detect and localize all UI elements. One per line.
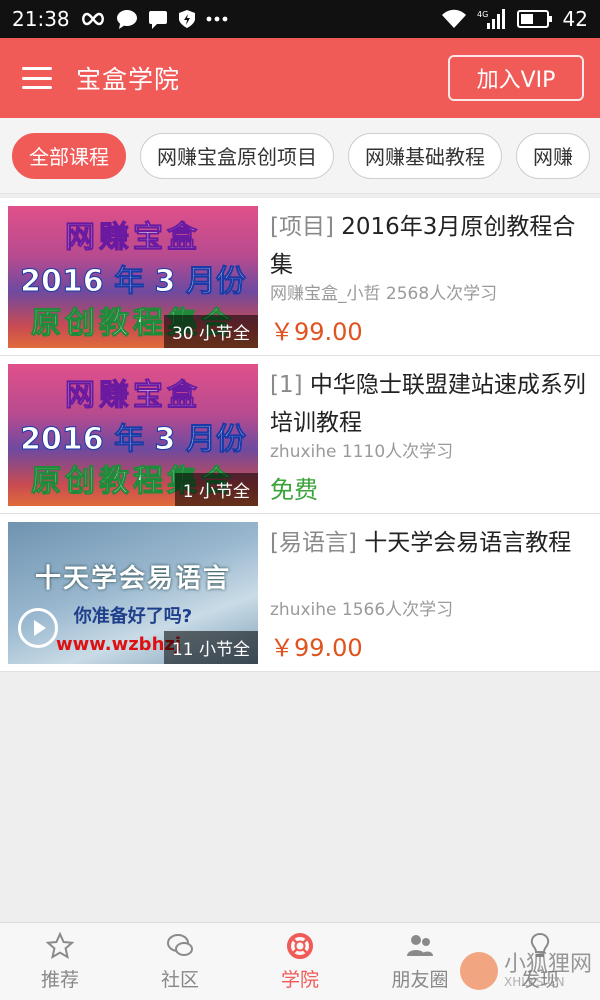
nav-item-community[interactable]: 社区 [120, 923, 240, 1000]
status-time: 21:38 [12, 7, 70, 31]
course-title-text: 十天学会易语言教程 [364, 530, 572, 556]
fox-logo-icon [459, 952, 498, 990]
course-meta: 网赚宝盒_小哲 2568人次学习 [270, 284, 498, 304]
course-price: ￥99.00 [270, 318, 363, 346]
watermark-subtext: XHLKS.CN [503, 975, 565, 989]
nav-item-academy[interactable]: 学院 [240, 923, 360, 1000]
thumbnail-text: 网赚宝盒 [65, 378, 201, 414]
more-dots-icon [206, 16, 228, 22]
thumbnail-text: 十天学会易语言 [34, 564, 231, 594]
course-thumbnail: 网赚宝盒 2016 年 3 月份 原创教程集合 1 小节全 [8, 364, 258, 506]
category-chip-all[interactable]: 全部课程 [12, 132, 126, 179]
course-tag: [项目] [270, 214, 334, 240]
nav-label: 朋友圈 [391, 969, 449, 991]
course-meta: zhuxihe 1110人次学习 [270, 442, 454, 462]
network-type: 4G [477, 10, 488, 19]
battery-level: 42 [562, 7, 588, 31]
lesson-count-badge: 30 小节全 [163, 315, 258, 348]
course-thumbnail: 网赚宝盒 2016 年 3 月份 原创教程集合 30 小节全 [8, 206, 258, 348]
signal-icon: 4G [477, 9, 507, 29]
category-chip-more[interactable]: 网赚 [516, 132, 590, 179]
course-item[interactable]: 十天学会易语言 你准备好了吗? www.wzbhzj 11 小节全 [易语言] … [0, 514, 600, 672]
people-icon [407, 935, 433, 956]
course-item[interactable]: 网赚宝盒 2016 年 3 月份 原创教程集合 30 小节全 [项目] 2016… [0, 198, 600, 356]
category-chip-original[interactable]: 网赚宝盒原创项目 [140, 132, 334, 179]
lesson-count-badge: 1 小节全 [174, 473, 258, 506]
course-tag: [易语言] [270, 530, 357, 556]
course-item[interactable]: 网赚宝盒 2016 年 3 月份 原创教程集合 1 小节全 [1] 中华隐士联盟… [0, 356, 600, 514]
watermark-text: 小狐狸网 [503, 952, 592, 977]
lifebuoy-icon [287, 933, 313, 959]
course-title-text: 中华隐士联盟建站速成系列培训教程 [270, 372, 586, 435]
star-icon [45, 931, 75, 960]
course-thumbnail: 十天学会易语言 你准备好了吗? www.wzbhzj 11 小节全 [8, 522, 258, 664]
course-title: [1] 中华隐士联盟建站速成系列培训教程 [270, 366, 590, 435]
infinity-icon [80, 12, 106, 26]
nav-label: 学院 [280, 969, 319, 991]
category-chip-basics[interactable]: 网赚基础教程 [348, 132, 502, 179]
course-price: ￥99.00 [270, 634, 363, 662]
course-tag: [1] [270, 372, 303, 398]
course-price: 免费 [270, 476, 318, 504]
nav-label: 社区 [160, 969, 199, 991]
menu-icon[interactable] [22, 67, 52, 89]
join-vip-button[interactable]: 加入VIP [448, 55, 584, 101]
category-tabs: 全部课程 网赚宝盒原创项目 网赚基础教程 网赚 [0, 118, 600, 194]
battery-icon [516, 10, 553, 28]
shield-icon [178, 9, 196, 29]
status-bar: 21:38 4G 42 [0, 0, 600, 38]
thumbnail-text: 2016 年 3 月份 [20, 422, 247, 458]
thumbnail-text: 网赚宝盒 [65, 220, 201, 256]
course-list: 网赚宝盒 2016 年 3 月份 原创教程集合 30 小节全 [项目] 2016… [0, 198, 600, 672]
course-title: [项目] 2016年3月原创教程合集 [270, 208, 590, 277]
thumbnail-text: 2016 年 3 月份 [20, 264, 247, 300]
nav-label: 推荐 [40, 969, 79, 991]
chat-icon [167, 934, 193, 956]
page-title: 宝盒学院 [76, 65, 181, 94]
watermark: 小狐狸网 XHLKS.CN [459, 952, 592, 990]
nav-item-recommend[interactable]: 推荐 [0, 923, 120, 1000]
app-header: 宝盒学院 加入VIP [0, 38, 600, 118]
message-icon [148, 9, 168, 29]
chat-bubble-icon [116, 9, 138, 29]
course-title: [易语言] 十天学会易语言教程 [270, 524, 590, 593]
course-meta: zhuxihe 1566人次学习 [270, 600, 454, 620]
lesson-count-badge: 11 小节全 [163, 631, 258, 664]
wifi-icon [441, 9, 467, 29]
play-icon[interactable] [18, 608, 58, 648]
